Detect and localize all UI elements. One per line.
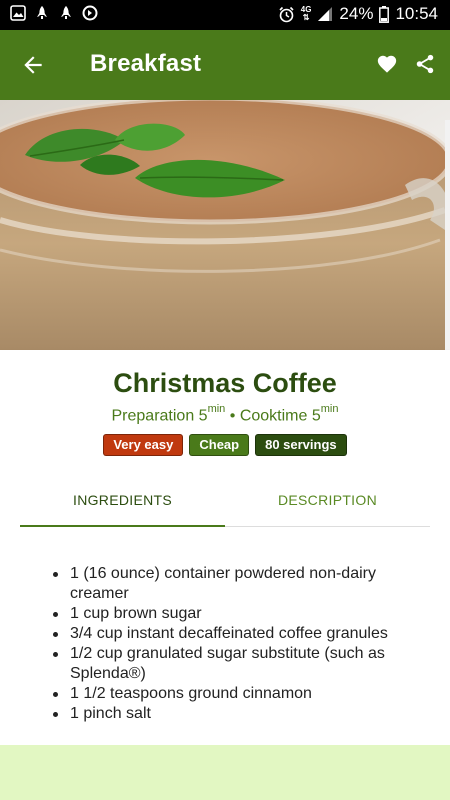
tab-description[interactable]: DESCRIPTION: [225, 480, 430, 527]
network-type: 4G ⇅: [300, 5, 312, 22]
share-icon[interactable]: [414, 52, 436, 76]
preparation-unit: min: [207, 403, 226, 415]
system-indicators: 4G ⇅ 24% 10:54: [278, 4, 438, 24]
list-item: 3/4 cup instant decaffeinated coffee gra…: [53, 624, 435, 644]
preparation-value: 5: [198, 407, 208, 425]
app-bar: Breakfast: [0, 30, 450, 100]
gallery-notification-icon: [10, 5, 26, 21]
cooktime-label: Cooktime: [239, 407, 308, 425]
footer-area: [0, 745, 450, 800]
sync-notification-icon: [82, 5, 98, 21]
battery-icon: [379, 5, 390, 23]
preparation-label: Preparation: [111, 407, 195, 425]
signal-icon: [318, 7, 333, 21]
rocket-notification-icon-2: [61, 6, 71, 19]
cooktime-unit: min: [320, 403, 339, 415]
clock: 10:54: [395, 4, 438, 23]
heart-icon[interactable]: [376, 53, 398, 75]
recipe-tabs: INGREDIENTS DESCRIPTION: [20, 480, 430, 527]
list-item: 1/2 cup granulated sugar substitute (suc…: [53, 644, 435, 684]
recipe-title: Christmas Coffee: [113, 368, 337, 398]
difficulty-badge: Very easy: [103, 434, 184, 456]
active-tab-indicator: [20, 525, 225, 527]
alarm-icon: [279, 6, 294, 22]
list-item: 1 (16 ounce) container powdered non-dair…: [53, 564, 435, 604]
list-item: 1 pinch salt: [53, 704, 435, 724]
page-title: Breakfast: [90, 50, 202, 77]
ingredients-list: 1 (16 ounce) container powdered non-dair…: [53, 564, 435, 724]
cost-badge: Cheap: [189, 434, 250, 456]
recipe-card: Christmas Coffee Preparation 5min • Cook…: [0, 350, 450, 745]
recipe-badges: Very easy Cheap 80 servings: [0, 434, 450, 456]
arrow-left-icon[interactable]: [20, 52, 46, 78]
battery-percent: 24%: [339, 4, 374, 23]
list-item: 1 1/2 teaspoons ground cinnamon: [53, 684, 435, 704]
recipe-times: Preparation 5min • Cooktime 5min: [0, 403, 450, 425]
separator: •: [229, 407, 236, 425]
notification-icons: [10, 5, 98, 21]
recipe-photo: [0, 100, 450, 350]
list-item: 1 cup brown sugar: [53, 604, 435, 624]
status-bar: 4G ⇅ 24% 10:54: [0, 0, 450, 30]
cooktime-value: 5: [311, 407, 321, 425]
tab-ingredients[interactable]: INGREDIENTS: [20, 480, 225, 527]
rocket-notification-icon: [37, 6, 47, 19]
servings-badge: 80 servings: [255, 434, 347, 456]
